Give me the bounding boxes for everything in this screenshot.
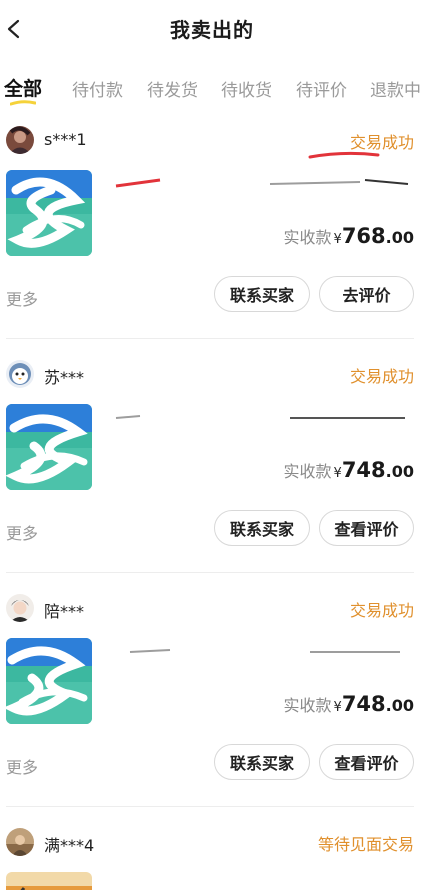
product-thumbnail[interactable] xyxy=(6,170,92,256)
active-tab-underline xyxy=(10,100,36,106)
more-link[interactable]: 更多 xyxy=(6,286,38,310)
redacted-product-title xyxy=(129,649,400,653)
avatar xyxy=(6,594,34,622)
contact-buyer-button[interactable]: 联系买家 xyxy=(214,276,310,312)
currency-symbol: ¥ xyxy=(333,466,342,481)
top-bar: 我卖出的 xyxy=(0,0,424,58)
status-label: 交易成功 xyxy=(349,367,414,386)
order-card[interactable]: s***1 交易成功 实收款 ¥768.00 更多 联系买家 去评价 xyxy=(0,126,424,360)
avatar xyxy=(6,126,34,154)
more-link[interactable]: 更多 xyxy=(6,754,38,778)
tab-refunding[interactable]: 退款中 xyxy=(370,76,421,101)
contact-buyer-button[interactable]: 联系买家 xyxy=(214,510,310,546)
received-amount: 实收款 ¥748.00 xyxy=(284,692,414,716)
currency-symbol: ¥ xyxy=(333,700,342,715)
received-amount: 实收款 ¥768.00 xyxy=(284,224,414,248)
order-card[interactable]: 满***4 等待见面交易 xyxy=(0,828,424,890)
tab-all[interactable]: 全部 xyxy=(4,74,42,101)
write-review-button[interactable]: 去评价 xyxy=(319,276,414,312)
buyer-name: 满***4 xyxy=(44,836,95,855)
price-integer: 748 xyxy=(341,692,386,716)
product-thumbnail[interactable] xyxy=(6,872,92,890)
price-integer: 768 xyxy=(341,224,386,248)
price-label: 实收款 xyxy=(283,462,332,481)
price-decimal: .00 xyxy=(385,462,414,481)
price-integer: 748 xyxy=(341,458,386,482)
status-tabs: 全部 待付款 待发货 待收货 待评价 退款中 xyxy=(0,70,424,114)
price-decimal: .00 xyxy=(385,228,414,247)
tab-pending-shipment[interactable]: 待发货 xyxy=(147,76,198,101)
buyer-name: s***1 xyxy=(44,130,87,149)
price-decimal: .00 xyxy=(385,696,414,715)
buyer-name: 陪*** xyxy=(44,602,85,621)
status-label: 等待见面交易 xyxy=(317,835,414,854)
buyer-name: 苏*** xyxy=(44,368,85,387)
contact-buyer-button[interactable]: 联系买家 xyxy=(214,744,310,780)
view-review-button[interactable]: 查看评价 xyxy=(319,744,414,780)
product-thumbnail[interactable] xyxy=(6,638,92,724)
more-link[interactable]: 更多 xyxy=(6,520,38,544)
redacted-product-title xyxy=(115,415,405,419)
tab-pending-review[interactable]: 待评价 xyxy=(296,76,347,101)
currency-symbol: ¥ xyxy=(333,232,342,247)
divider xyxy=(6,806,414,807)
redaction-mark xyxy=(308,151,380,159)
tab-pending-receipt[interactable]: 待收货 xyxy=(221,76,272,101)
page-title: 我卖出的 xyxy=(170,18,254,42)
product-thumbnail[interactable] xyxy=(6,404,92,490)
avatar xyxy=(6,360,34,388)
view-review-button[interactable]: 查看评价 xyxy=(319,510,414,546)
redacted-product-title xyxy=(115,178,409,188)
status-label: 交易成功 xyxy=(349,601,414,620)
received-amount: 实收款 ¥748.00 xyxy=(284,458,414,482)
order-card[interactable]: 陪*** 交易成功 实收款 ¥748.00 更多 联系买家 查看评价 xyxy=(0,594,424,828)
avatar xyxy=(6,828,34,856)
price-label: 实收款 xyxy=(283,696,332,715)
order-card[interactable]: 苏*** 交易成功 实收款 ¥748.00 更多 联系买家 查看评价 xyxy=(0,360,424,594)
tab-pending-payment[interactable]: 待付款 xyxy=(72,76,123,101)
divider xyxy=(6,572,414,573)
price-label: 实收款 xyxy=(283,228,332,247)
divider xyxy=(6,338,414,339)
